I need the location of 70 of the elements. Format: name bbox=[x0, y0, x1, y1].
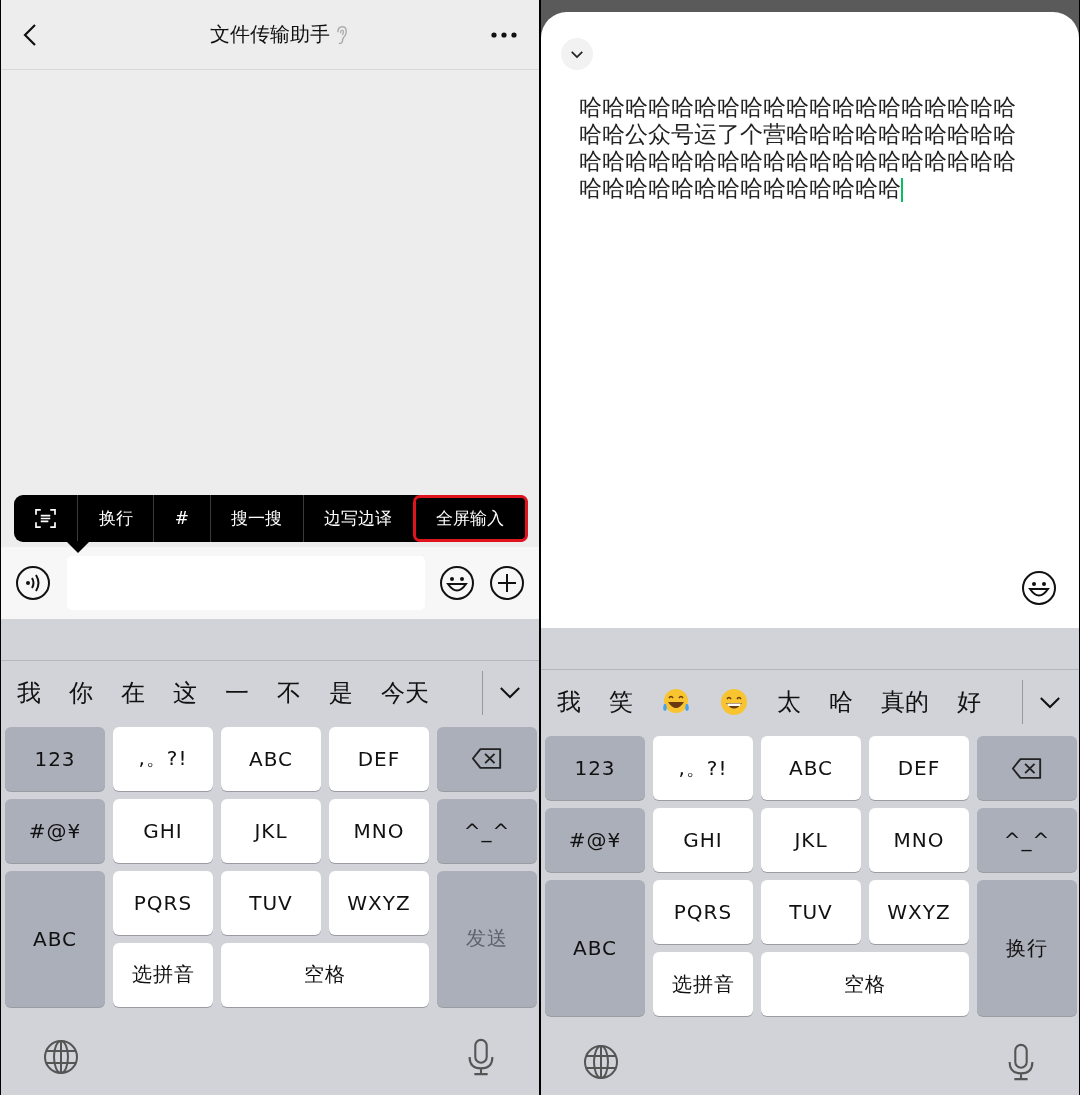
keyboard-key[interactable]: ABC bbox=[761, 736, 861, 800]
chevron-down-icon bbox=[570, 49, 584, 59]
keyboard-key[interactable]: DEF bbox=[329, 726, 429, 791]
candidate-word[interactable]: 笑 bbox=[609, 686, 633, 718]
keyboard-key[interactable]: JKL bbox=[221, 798, 321, 863]
keyboard-key[interactable]: 选拼音 bbox=[653, 952, 753, 1016]
keyboard-key[interactable]: GHI bbox=[113, 798, 213, 863]
menu-item[interactable]: # bbox=[153, 494, 210, 542]
candidate-word[interactable]: 今天 bbox=[381, 676, 429, 709]
chat-title: 文件传输助手 bbox=[210, 21, 330, 48]
keyboard-key[interactable]: 空格 bbox=[761, 952, 969, 1016]
keyboard-key[interactable]: ABC bbox=[545, 880, 645, 1016]
plus-icon[interactable] bbox=[489, 564, 525, 601]
menu-item[interactable]: 边写边译 bbox=[302, 494, 413, 542]
keyboard-key[interactable]: 空格 bbox=[221, 942, 429, 1007]
candidate-word[interactable]: 在 bbox=[121, 676, 145, 709]
keyboard-key[interactable]: #@¥ bbox=[5, 798, 105, 863]
keyboard-key[interactable]: ^_^ bbox=[437, 798, 537, 863]
collapse-button[interactable] bbox=[561, 38, 593, 70]
keyboard-key[interactable]: TUV bbox=[761, 880, 861, 944]
emoji-icon[interactable] bbox=[1021, 570, 1057, 606]
voice-icon[interactable] bbox=[15, 564, 51, 601]
keyboard-key[interactable]: TUV bbox=[221, 870, 321, 935]
keyboard-key[interactable]: PQRS bbox=[653, 880, 753, 944]
globe-icon[interactable] bbox=[583, 1042, 619, 1081]
backspace-key[interactable] bbox=[437, 726, 537, 791]
keyboard-key[interactable]: WXYZ bbox=[329, 870, 429, 935]
candidate-word[interactable]: 我 bbox=[17, 676, 41, 709]
keyboard-key[interactable]: ^_^ bbox=[977, 808, 1077, 872]
more-icon[interactable] bbox=[491, 31, 517, 38]
keyboard-key[interactable]: DEF bbox=[869, 736, 969, 800]
keyboard-key[interactable]: MNO bbox=[869, 808, 969, 872]
keyboard-key[interactable]: 123 bbox=[545, 736, 645, 800]
keyboard-key[interactable]: #@¥ bbox=[545, 808, 645, 872]
keyboard-key[interactable]: JKL bbox=[761, 808, 861, 872]
candidate-word[interactable]: 我 bbox=[557, 686, 581, 718]
scan-icon bbox=[35, 508, 56, 528]
menu-item[interactable]: 搜一搜 bbox=[209, 494, 303, 542]
backspace-icon bbox=[471, 747, 503, 770]
candidate-word[interactable]: 是 bbox=[329, 676, 353, 709]
emoji-icon[interactable] bbox=[439, 564, 475, 601]
candidate-word[interactable]: 你 bbox=[69, 676, 93, 709]
backspace-icon bbox=[1011, 756, 1043, 780]
keyboard-key[interactable]: 换行 bbox=[977, 880, 1077, 1016]
ear-icon bbox=[335, 24, 348, 45]
keyboard-key[interactable]: 123 bbox=[5, 726, 105, 791]
keyboard-key[interactable]: ABC bbox=[5, 870, 105, 1007]
back-icon[interactable] bbox=[23, 22, 37, 47]
candidate-word[interactable]: 真的 bbox=[881, 686, 929, 718]
editor-text[interactable]: 哈哈哈哈哈哈哈哈哈哈哈哈哈哈哈哈哈哈哈哈哈公众号运了个营哈哈哈哈哈哈哈哈哈哈哈哈哈哈哈哈哈哈哈哈哈哈哈哈哈哈哈哈哈哈哈哈哈哈哈哈哈哈哈哈哈哈哈 bbox=[579, 94, 1029, 202]
menu-item[interactable]: 全屏输入 bbox=[412, 494, 529, 542]
candidate-word[interactable]: 哈 bbox=[829, 686, 853, 718]
keyboard-key[interactable]: 选拼音 bbox=[113, 942, 213, 1007]
backspace-key[interactable] bbox=[977, 736, 1077, 800]
keyboard-key[interactable]: ,。?! bbox=[653, 736, 753, 800]
globe-icon[interactable] bbox=[43, 1037, 79, 1076]
chevron-down-icon[interactable] bbox=[499, 686, 521, 699]
keyboard-key[interactable]: ,。?! bbox=[113, 726, 213, 791]
candidate-word[interactable]: 一 bbox=[225, 676, 249, 709]
keyboard-key[interactable]: WXYZ bbox=[869, 880, 969, 944]
chevron-down-icon[interactable] bbox=[1039, 695, 1061, 709]
keyboard-key[interactable]: PQRS bbox=[113, 870, 213, 935]
keyboard-key[interactable]: ABC bbox=[221, 726, 321, 791]
candidate-word[interactable]: 好 bbox=[957, 686, 981, 718]
keyboard-key[interactable]: GHI bbox=[653, 808, 753, 872]
candidate-word[interactable]: 这 bbox=[173, 676, 197, 709]
candidate-word[interactable]: 太 bbox=[777, 686, 801, 718]
keyboard-key[interactable]: MNO bbox=[329, 798, 429, 863]
candidate-word[interactable]: 不 bbox=[277, 676, 301, 709]
grinning-emoji-icon[interactable] bbox=[719, 687, 749, 717]
